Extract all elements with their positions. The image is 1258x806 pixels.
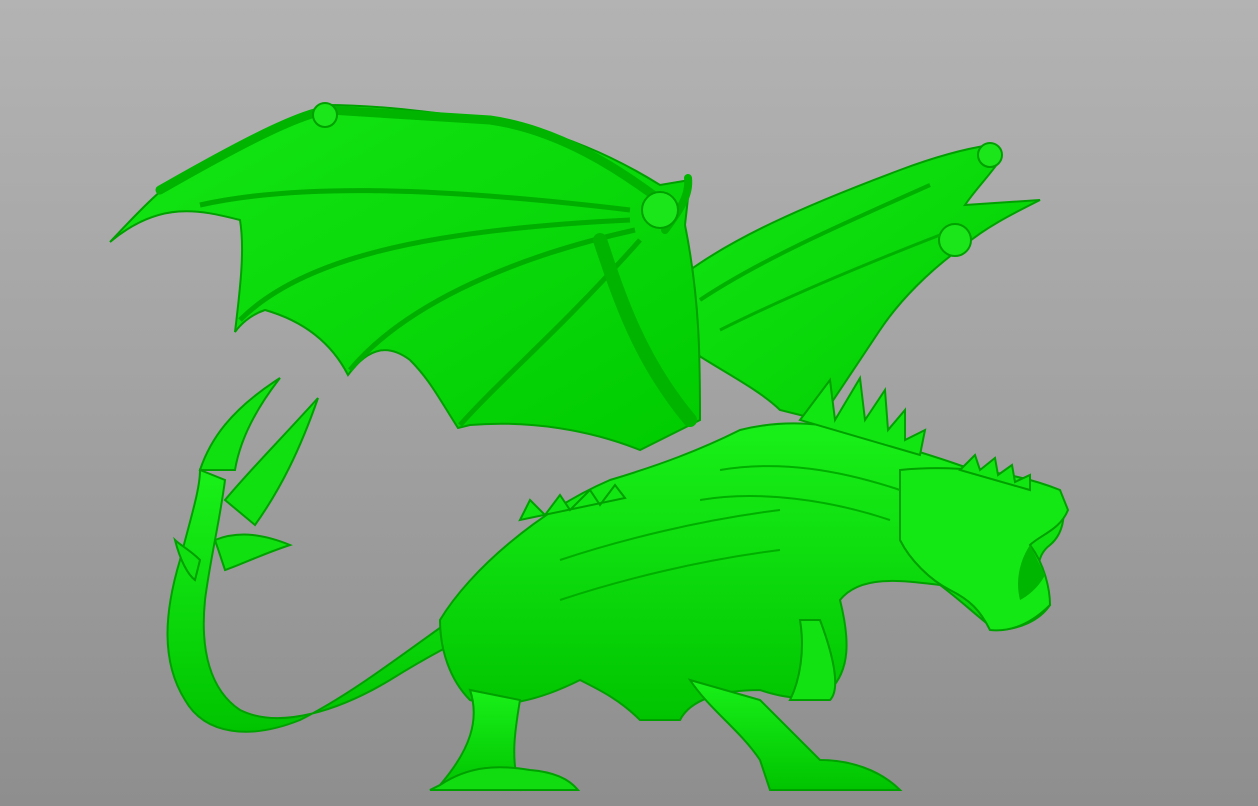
body bbox=[438, 374, 1070, 721]
tail bbox=[166, 377, 502, 733]
3d-viewport[interactable] bbox=[0, 0, 1258, 806]
right-wing bbox=[663, 142, 1041, 422]
left-wing bbox=[109, 102, 702, 452]
dragon-model[interactable] bbox=[0, 0, 1258, 806]
